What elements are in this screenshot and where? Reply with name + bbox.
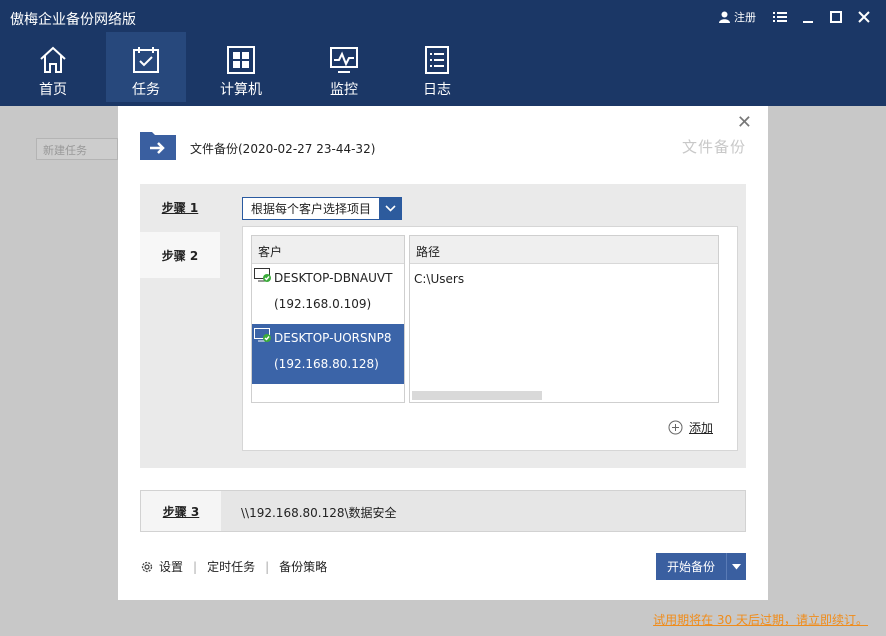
add-label: 添加 [688,421,713,435]
user-icon [719,11,730,23]
client-row[interactable]: DESKTOP-DBNAUVT (192.168.0.109) [252,264,404,324]
schedule-label: 定时任务 [207,560,256,574]
monitor-icon [330,47,358,73]
path-value[interactable]: C:\Users [410,264,718,294]
step-1-label: 步骤 1 [161,200,199,215]
step-3-tab[interactable]: 步骤 3 [141,491,221,531]
minimize-button[interactable] [794,6,822,28]
strategy-link[interactable]: 备份策略 [279,558,327,575]
computer-icon [227,46,255,74]
nav-logs-label: 日志 [423,82,451,98]
file-backup-dialog: ✕ 文件备份(2020-02-27 23-44-32) 文件备份 步骤 1 步骤… [118,106,768,600]
register-label: 注册 [734,11,756,24]
chevron-down-icon [384,205,396,212]
menu-button[interactable] [766,6,794,28]
status-bar: 试用期将在 30 天后过期，请立即续订。 [0,604,886,636]
nav-computers-label: 计算机 [220,82,262,98]
selection-mode-value: 根据每个客户选择项目 [251,202,372,216]
footer-links: 设置 | 定时任务 | 备份策略 [140,558,327,575]
client-ip: (192.168.80.128) [274,357,379,371]
destination-path[interactable]: \\192.168.80.128\数据安全 [241,504,397,521]
dialog-watermark: 文件备份 [681,138,746,156]
menu-icon [773,12,787,22]
nav-logs[interactable]: 日志 [392,32,482,102]
log-icon [425,46,449,74]
path-table: 路径 C:\Users [409,235,719,403]
nav-home-label: 首页 [39,82,67,98]
client-table: 客户 DESKTOP-DBNAUVT (192.168.0.109) DESKT… [251,235,405,403]
computer-online-icon [254,268,271,282]
dropdown-toggle[interactable] [379,198,401,219]
folder-arrow-icon [140,130,176,163]
gear-icon [141,561,153,572]
nav-monitor[interactable]: 监控 [296,32,392,102]
client-ip: (192.168.0.109) [274,297,372,311]
client-name: DESKTOP-UORSNP8 [274,331,392,345]
step-2-tab[interactable]: 步骤 2 [140,232,220,278]
nav-computers[interactable]: 计算机 [186,32,296,102]
client-row-selected[interactable]: DESKTOP-UORSNP8 (192.168.80.128) [252,324,404,384]
step-3-label: 步骤 3 [162,504,200,519]
trial-notice-link[interactable]: 试用期将在 30 天后过期，请立即续订。 [653,611,868,628]
start-backup-button[interactable]: 开始备份 [656,553,746,580]
start-backup-menu[interactable] [726,553,746,580]
path-header: 路径 [410,236,718,264]
close-icon [858,11,870,23]
add-circle-icon [668,420,683,435]
schedule-link[interactable]: 定时任务 [207,558,255,575]
window-controls: 注册 [719,6,878,28]
minimize-icon [803,21,813,23]
app-title: 傲梅企业备份网络版 [10,12,136,28]
maximize-icon [830,11,842,23]
home-icon [40,46,66,73]
register-link[interactable]: 注册 [719,9,756,25]
tables-area: 客户 DESKTOP-DBNAUVT (192.168.0.109) DESKT… [242,226,738,451]
task-icon [133,47,159,73]
new-task-input[interactable]: 新建任务 [36,138,118,160]
step-2-label: 步骤 2 [161,248,199,263]
nav-home[interactable]: 首页 [0,32,106,102]
horizontal-scrollbar[interactable] [412,391,542,400]
caret-down-icon [732,563,741,569]
step-content: 根据每个客户选择项目 客户 DESKTOP-DBNAUVT (192.168.0… [220,184,746,468]
selection-mode-dropdown[interactable]: 根据每个客户选择项目 [242,197,402,220]
step-3-bar: 步骤 3 \\192.168.80.128\数据安全 [140,490,746,532]
main-nav: 首页 任务 计算机 监控 日志 [0,32,482,102]
divider: | [265,559,270,574]
computer-online-icon [254,328,271,342]
title-bar: 傲梅企业备份网络版 注册 首页 任务 计算机 监控 日志 [0,0,886,106]
settings-label: 设置 [159,560,184,574]
dialog-title: 文件备份(2020-02-27 23-44-32) [190,142,376,156]
strategy-label: 备份策略 [279,560,328,574]
nav-tasks[interactable]: 任务 [106,32,186,102]
divider: | [193,559,198,574]
step-1-tab[interactable]: 步骤 1 [140,184,220,230]
maximize-button[interactable] [822,6,850,28]
nav-tasks-label: 任务 [132,82,160,98]
client-header: 客户 [252,236,404,264]
add-button[interactable]: 添加 [668,419,713,436]
start-backup-label: 开始备份 [666,560,715,574]
close-window-button[interactable] [850,6,878,28]
steps-panel: 步骤 1 步骤 2 根据每个客户选择项目 客户 DESKTOP-DBNAUVT … [140,184,746,468]
settings-link[interactable]: 设置 [140,558,183,575]
nav-monitor-label: 监控 [330,82,358,98]
dialog-close-button[interactable]: ✕ [737,112,752,133]
client-name: DESKTOP-DBNAUVT [274,271,393,285]
